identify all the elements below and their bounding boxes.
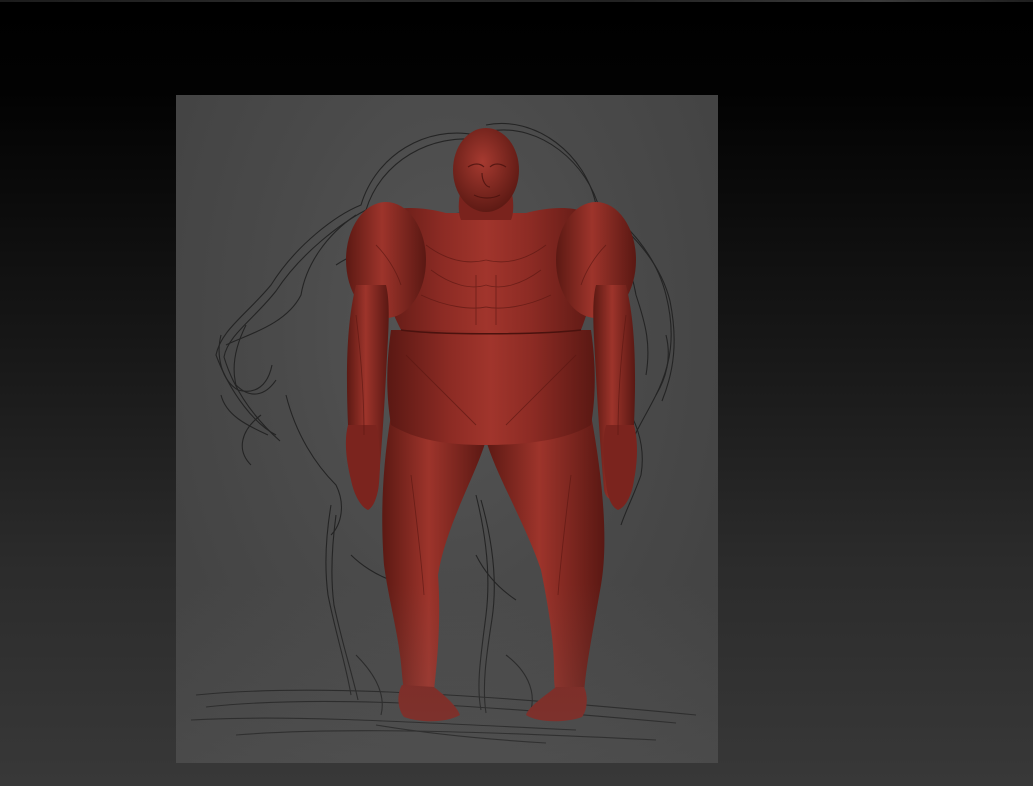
right-leg	[486, 415, 605, 693]
right-foot	[526, 687, 587, 722]
hips	[387, 330, 595, 445]
sculpt-model[interactable]	[345, 128, 637, 722]
canvas-viewport[interactable]	[0, 0, 1033, 786]
scene-svg	[190, 123, 697, 744]
left-leg	[382, 415, 486, 690]
left-hand	[345, 425, 380, 510]
top-border	[0, 0, 1033, 2]
left-foot	[398, 685, 460, 722]
head	[453, 128, 519, 212]
document-canvas[interactable]	[176, 95, 718, 763]
